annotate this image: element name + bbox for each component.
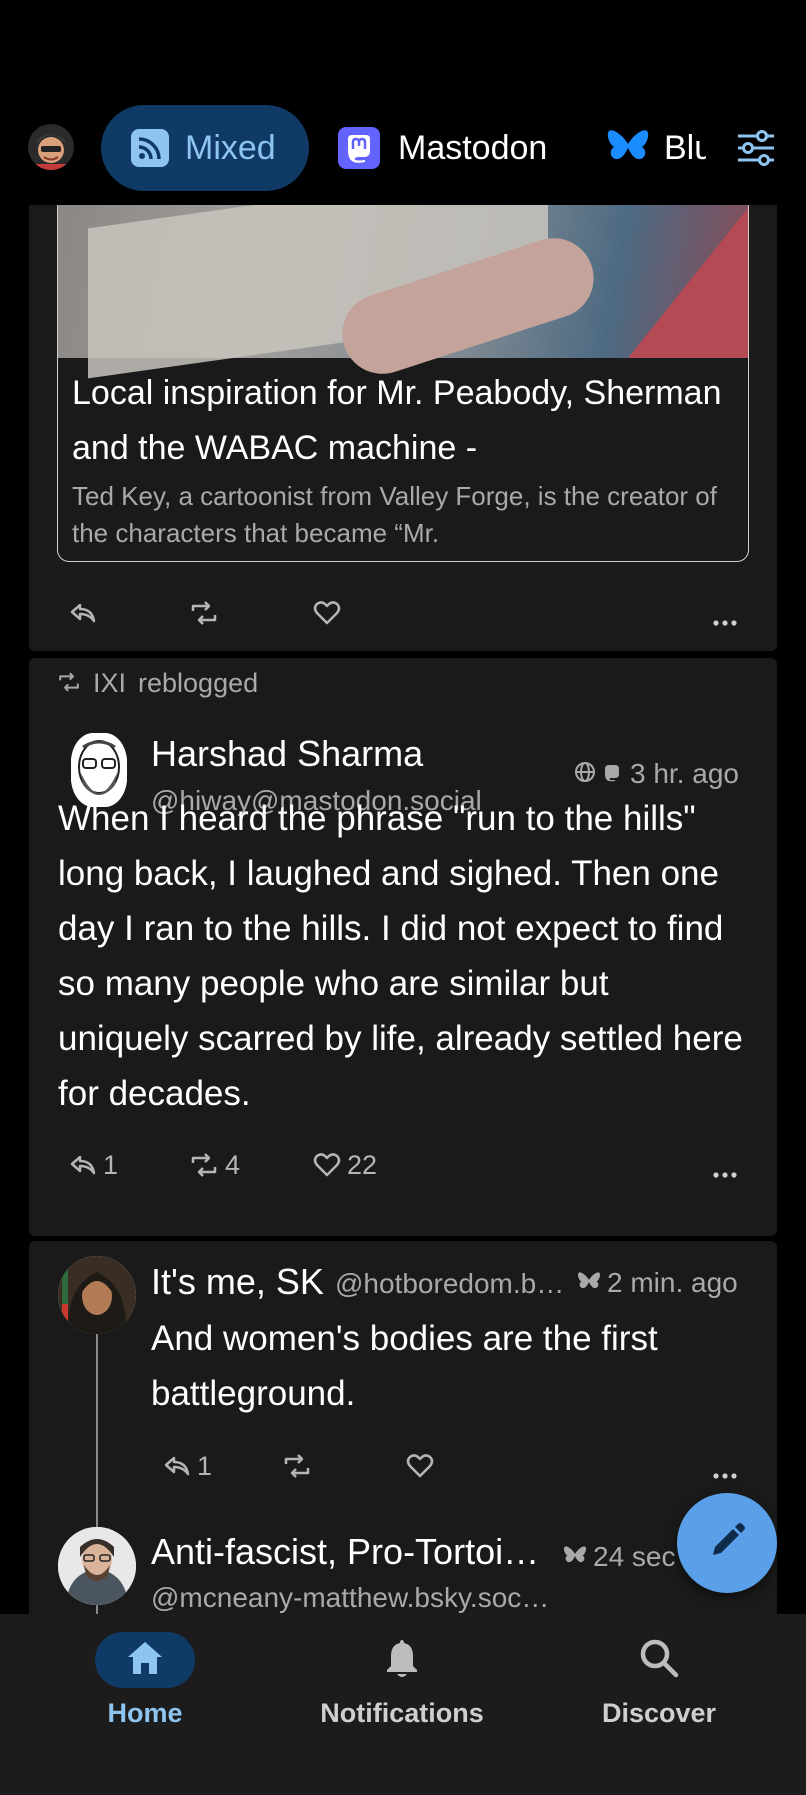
tab-mastodon[interactable]: Mastodon [338, 105, 547, 191]
post-meta: 24 sec [563, 1541, 676, 1573]
author-avatar[interactable] [58, 1256, 136, 1334]
boost-icon [189, 601, 219, 625]
post-card[interactable]: It's me, SK @hotboredom.b… 2 min. ago An… [29, 1241, 777, 1615]
author-handle[interactable]: @hotboredom.b… [335, 1268, 564, 1300]
pencil-icon [707, 1521, 747, 1566]
reblogged-by-name[interactable]: IXI [93, 668, 126, 699]
more-options-button[interactable] [713, 1150, 737, 1200]
post-time[interactable]: 2 min. ago [607, 1267, 738, 1299]
reblogged-label: reblogged [138, 668, 259, 698]
link-preview-image [58, 205, 748, 385]
post-card[interactable]: IXI reblogged Harshad Sharma @hiway@mast… [29, 658, 777, 1236]
nav-home-indicator [95, 1632, 195, 1688]
compose-button[interactable] [677, 1493, 777, 1593]
search-icon [638, 1637, 680, 1684]
author-avatar[interactable] [58, 1527, 136, 1605]
mastodon-icon [338, 127, 380, 169]
post-time[interactable]: 24 sec [593, 1541, 676, 1573]
post-meta: 2 min. ago [577, 1267, 738, 1299]
reply-count: 1 [103, 1149, 119, 1180]
tab-bluesky-label: Blu [664, 128, 706, 167]
like-button[interactable] [406, 1441, 434, 1491]
post-actions [29, 588, 777, 638]
boost-icon [57, 668, 81, 699]
post-meta: 3 hr. ago [574, 758, 739, 790]
heart-icon [406, 1453, 434, 1479]
boost-count: 4 [225, 1149, 241, 1180]
author-name[interactable]: Harshad Sharma [151, 733, 423, 775]
bell-icon [384, 1637, 420, 1684]
more-icon [713, 1171, 737, 1179]
globe-icon [574, 758, 596, 790]
reply-button[interactable]: 1 [163, 1441, 212, 1491]
rss-icon [131, 129, 169, 167]
nav-notifications[interactable]: Notifications [302, 1632, 502, 1729]
more-options-button[interactable] [713, 598, 737, 648]
reply-button[interactable] [69, 588, 97, 638]
nav-discover[interactable]: Discover [559, 1632, 759, 1729]
nav-notifications-label: Notifications [320, 1698, 484, 1728]
link-preview-description: Ted Key, a cartoonist from Valley Forge,… [72, 481, 717, 548]
boost-button[interactable]: 4 [189, 1140, 240, 1190]
reply-count: 1 [197, 1450, 213, 1481]
mastodon-icon [602, 758, 622, 790]
link-preview-card[interactable]: Local inspiration for Mr. Peabody, Sherm… [57, 205, 749, 562]
nav-home-label: Home [107, 1698, 183, 1728]
post-card[interactable]: Local inspiration for Mr. Peabody, Sherm… [29, 205, 777, 651]
like-button[interactable]: 22 [313, 1140, 377, 1190]
tab-mixed[interactable]: Mixed [101, 105, 309, 191]
link-preview-title: Local inspiration for Mr. Peabody, Sherm… [72, 374, 722, 467]
post-actions: 1 4 22 [29, 1140, 777, 1190]
reply-icon [163, 1454, 191, 1478]
tab-mixed-label: Mixed [185, 128, 276, 167]
like-count: 22 [347, 1149, 378, 1180]
nav-home[interactable]: Home [45, 1632, 245, 1729]
author-handle[interactable]: @mcneany-matthew.bsky.soc… [151, 1582, 549, 1614]
butterfly-icon [563, 1541, 587, 1573]
timeline-feed[interactable]: Local inspiration for Mr. Peabody, Sherm… [29, 205, 777, 1615]
butterfly-icon [606, 126, 650, 171]
reply-icon [69, 1153, 97, 1177]
boost-icon [189, 1153, 219, 1177]
reply-button[interactable]: 1 [69, 1140, 118, 1190]
nav-discover-label: Discover [601, 1698, 717, 1728]
heart-icon [313, 600, 341, 626]
more-icon [713, 619, 737, 627]
boost-button[interactable] [189, 588, 219, 638]
post-time[interactable]: 3 hr. ago [630, 758, 739, 790]
like-button[interactable] [313, 588, 341, 638]
my-avatar[interactable] [28, 124, 74, 170]
boost-button[interactable] [282, 1441, 312, 1491]
bottom-navigation: Home Notifications Discover [0, 1614, 806, 1795]
filter-settings-icon[interactable] [736, 128, 776, 168]
butterfly-icon [577, 1267, 601, 1299]
boost-icon [282, 1454, 312, 1478]
nav-discover-pill [609, 1632, 709, 1688]
post-actions: 1 [29, 1441, 777, 1491]
nav-notifications-pill [352, 1632, 452, 1688]
more-icon [713, 1472, 737, 1480]
author-name[interactable]: Anti-fascist, Pro-Tortoi… [151, 1531, 539, 1573]
tab-mastodon-label: Mastodon [398, 128, 548, 167]
top-tab-bar: Mixed Mastodon Blu [0, 100, 806, 200]
post-text: And women's bodies are the first battleg… [151, 1319, 658, 1413]
heart-icon [313, 1152, 341, 1178]
post-text: When I heard the phrase "run to the hill… [58, 799, 743, 1113]
author-name[interactable]: It's me, SK [151, 1261, 324, 1303]
reply-icon [69, 601, 97, 625]
home-icon [125, 1639, 165, 1682]
reblog-indicator: IXI reblogged [57, 668, 258, 699]
tab-bluesky[interactable]: Blu [606, 105, 706, 191]
